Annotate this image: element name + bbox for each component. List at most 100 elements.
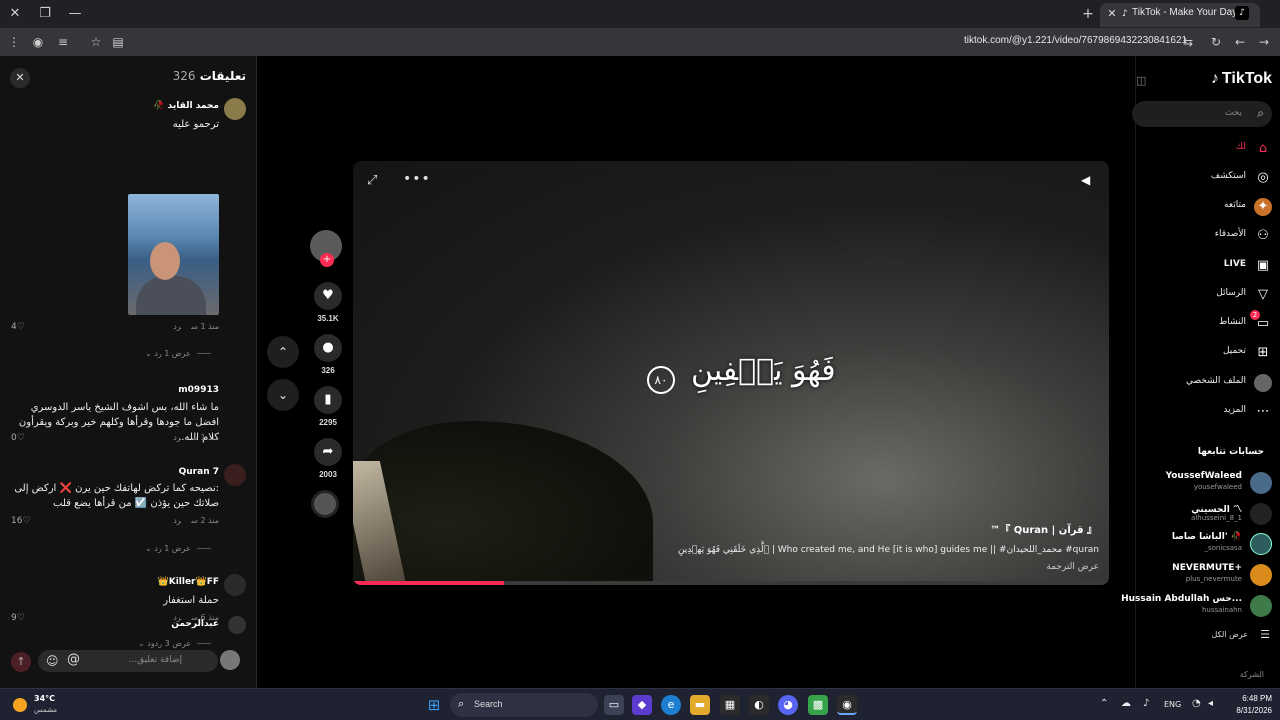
profile-icon[interactable]: ◉ xyxy=(30,34,46,50)
comment-input[interactable]: ☺ @ إضافة تعليق... xyxy=(38,650,218,672)
reload-icon[interactable]: ↻ xyxy=(1208,34,1224,50)
copilot-icon[interactable]: ◆ xyxy=(632,695,652,715)
file-explorer-icon[interactable]: ▬ xyxy=(690,695,710,715)
previous-video-button[interactable]: ⌃ xyxy=(267,336,299,368)
save-action[interactable]: ▮ 2295 xyxy=(313,386,343,427)
new-tab-button[interactable]: + xyxy=(1079,5,1097,23)
view-replies-button[interactable]: عرض 1 رد ⌄ xyxy=(145,544,211,553)
share-action[interactable]: ➦ 2003 xyxy=(313,438,343,479)
reading-list-icon[interactable]: ≡ xyxy=(55,34,71,50)
video-progress-bar[interactable] xyxy=(353,581,1109,585)
comment-username[interactable]: عبدالرحمن xyxy=(171,619,219,629)
nav-friends[interactable]: ⚇ الأصدقاء xyxy=(1132,225,1272,247)
tab-close-icon[interactable]: ✕ xyxy=(1104,6,1120,22)
fullscreen-icon[interactable]: ⤢ xyxy=(367,173,377,188)
comment-username[interactable]: Killer👑FF👑 xyxy=(158,577,220,587)
comment-avatar[interactable] xyxy=(224,574,246,596)
followed-account[interactable]: الباشا صاصا' 🥀 _sonicsasa xyxy=(1127,531,1272,557)
view-replies-button[interactable]: عرض 1 رد ⌄ xyxy=(145,349,211,358)
creator-avatar[interactable]: + xyxy=(310,230,342,267)
mention-icon[interactable]: @ xyxy=(67,652,80,667)
sun-icon[interactable] xyxy=(13,698,27,712)
task-view-icon[interactable]: ▭ xyxy=(604,695,624,715)
video-player[interactable]: ⤢ ••• ◀ ٨٠ فَهُوَ يَشۡفِينِ 『 قرآن | Qur… xyxy=(353,161,1109,585)
tray-overflow-icon[interactable]: ⌃ xyxy=(1100,698,1108,709)
bookmark-star-icon[interactable]: ☆ xyxy=(88,34,104,50)
nav-following[interactable]: ✦ متابَعه xyxy=(1132,196,1272,218)
nav-live[interactable]: ▣ LIVE xyxy=(1132,255,1272,277)
wifi-icon[interactable]: ◔ xyxy=(1192,698,1201,709)
emoji-icon[interactable]: ☺ xyxy=(46,653,62,669)
view-replies-button[interactable]: عرض 3 ردود ⌄ xyxy=(138,639,212,648)
comment-like-count[interactable]: 0♡ xyxy=(11,433,25,443)
next-video-button[interactable]: ⌄ xyxy=(267,379,299,411)
nav-messages[interactable]: ▽ الرسائل xyxy=(1132,284,1272,306)
reply-button[interactable]: رد xyxy=(173,516,181,525)
site-settings-icon[interactable]: ⇆ xyxy=(1180,34,1196,50)
comment-username[interactable]: Quran 7 xyxy=(179,467,219,477)
video-more-icon[interactable]: ••• xyxy=(403,171,431,187)
video-author[interactable]: 『 قرآن | Quran 』™ xyxy=(990,521,1097,536)
language-indicator[interactable]: ENG xyxy=(1164,700,1181,709)
steam-icon[interactable]: ◐ xyxy=(749,695,769,715)
window-close-icon[interactable]: ✕ xyxy=(6,5,24,23)
post-comment-button[interactable]: ↑ xyxy=(11,652,31,672)
microsoft-store-icon[interactable]: ▦ xyxy=(720,695,740,715)
collapse-sidebar-icon[interactable]: ◫ xyxy=(1136,74,1146,87)
bookmark-icon[interactable]: ▮ xyxy=(314,386,342,414)
tiktok-logo[interactable]: ♪ TikTok xyxy=(1211,70,1272,88)
nav-activity[interactable]: ▭ 2 النشاط xyxy=(1132,310,1272,335)
minecraft-icon[interactable]: ▩ xyxy=(808,695,828,715)
edge-icon[interactable]: e xyxy=(661,695,681,715)
close-comments-icon[interactable]: ✕ xyxy=(10,68,30,88)
menu-dots-icon[interactable]: ⋮ xyxy=(6,34,22,50)
search-icon[interactable]: ⌕ xyxy=(1257,106,1264,121)
see-all-button[interactable]: عرض الكل ☰ xyxy=(1132,628,1272,644)
nav-profile[interactable]: الملف الشخصي xyxy=(1132,372,1272,394)
comment-action[interactable]: ● 326 xyxy=(313,334,343,375)
see-translation-link[interactable]: عرض الترجمة xyxy=(1046,562,1099,572)
comment-bubble-icon[interactable]: ● xyxy=(314,334,342,362)
nav-more[interactable]: ⋯ المزيد xyxy=(1132,401,1272,423)
tiktok-extension-icon[interactable]: ♪ xyxy=(1235,6,1249,20)
company-link[interactable]: الشركة xyxy=(1240,670,1264,679)
speaker-icon[interactable]: ◂ xyxy=(1208,698,1213,709)
chrome-icon[interactable]: ◉ xyxy=(837,695,857,715)
forward-icon[interactable]: ← xyxy=(1232,34,1248,50)
comment-username[interactable]: m09913 xyxy=(178,385,219,395)
microphone-icon[interactable]: ♪ xyxy=(1143,698,1149,709)
weather-temperature[interactable]: 34°C xyxy=(34,694,55,703)
heart-icon[interactable]: ♥ xyxy=(314,282,342,310)
reply-button[interactable]: رد xyxy=(173,322,181,331)
followed-account[interactable]: NEVERMUTE+ plus_nevermute xyxy=(1127,562,1272,588)
music-disc-icon[interactable] xyxy=(311,490,339,518)
url-field[interactable]: tiktok.com/@y1.221/video/767986943223084… xyxy=(964,35,1187,46)
like-action[interactable]: ♥ 35.1K xyxy=(313,282,343,323)
comment-like-count[interactable]: 16♡ xyxy=(11,516,31,526)
discord-icon[interactable]: ◕ xyxy=(778,695,798,715)
followed-account[interactable]: Hussain Abdullah حس... hussainahn xyxy=(1121,593,1272,619)
follow-plus-icon[interactable]: + xyxy=(320,253,334,267)
followed-account[interactable]: YoussefWaleed yousefwaleed xyxy=(1127,470,1272,496)
comment-username[interactable]: محمد القايد 🥀 xyxy=(153,101,219,111)
search-input[interactable]: بحث ⌕ xyxy=(1132,101,1272,127)
nav-for-you[interactable]: ⌂ لك xyxy=(1132,138,1272,160)
followed-account[interactable]: الحسيني 〽 alhusseini_8_1 xyxy=(1127,501,1272,527)
window-minimize-icon[interactable]: — xyxy=(66,5,84,23)
comment-attached-photo[interactable] xyxy=(128,194,219,315)
system-clock[interactable]: 6:48 PM 8/31/2026 xyxy=(1228,693,1272,717)
windows-start-icon[interactable]: ⊞ xyxy=(424,695,444,715)
taskbar-search[interactable]: ⌕ Search xyxy=(450,693,598,717)
comment-avatar[interactable] xyxy=(224,98,246,120)
window-maximize-icon[interactable]: ❐ xyxy=(36,5,54,23)
cloud-icon[interactable]: ☁ xyxy=(1121,698,1131,709)
share-arrow-icon[interactable]: ➦ xyxy=(314,438,342,466)
comment-avatar[interactable] xyxy=(228,616,246,634)
nav-explore[interactable]: ◎ استكشف xyxy=(1132,167,1272,189)
back-icon[interactable]: → xyxy=(1256,34,1272,50)
nav-upload[interactable]: ⊞ تحميل xyxy=(1132,342,1272,364)
translate-icon[interactable]: ▤ xyxy=(110,34,126,50)
volume-icon[interactable]: ◀ xyxy=(1081,173,1090,187)
comment-like-count[interactable]: 4♡ xyxy=(11,322,25,332)
reply-button[interactable]: رد xyxy=(173,433,181,442)
